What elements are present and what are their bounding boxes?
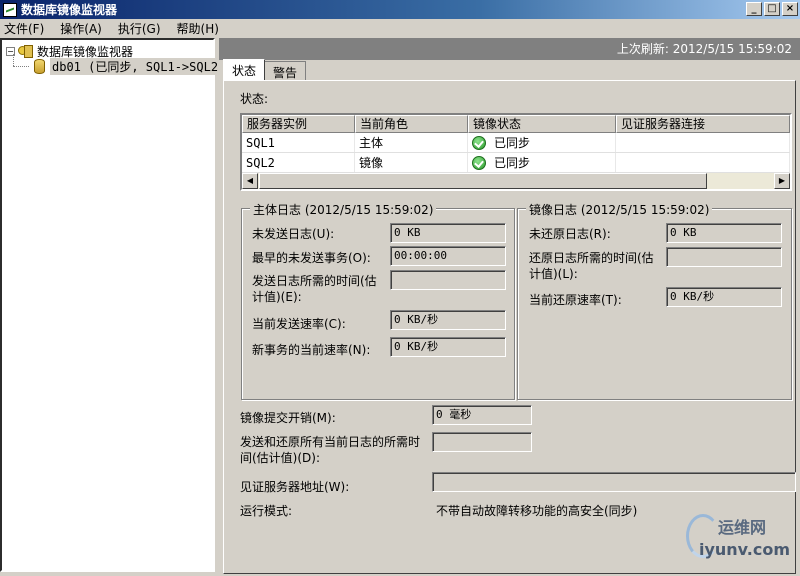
witness-address-field[interactable] (432, 472, 796, 492)
send-rate-field[interactable]: 0 KB/秒 (390, 310, 506, 330)
cell-role: 主体 (355, 133, 468, 152)
monitor-icon (18, 44, 34, 59)
unsent-log-field[interactable]: 0 KB (390, 223, 506, 243)
cell-instance: SQL1 (242, 133, 355, 152)
column-current-role[interactable]: 当前角色 (355, 115, 468, 133)
scroll-right-icon[interactable]: ▶ (774, 173, 790, 189)
cell-instance: SQL2 (242, 153, 355, 172)
new-tx-rate-field[interactable]: 0 KB/秒 (390, 337, 506, 357)
close-button[interactable]: × (782, 2, 798, 16)
cell-state: 已同步 (468, 133, 616, 152)
time-to-restore-label: 还原日志所需的时间(估计值)(L): (529, 251, 654, 281)
watermark-line2: iyunv.com (698, 540, 790, 559)
last-refresh-bar: 上次刷新: 2012/5/15 15:59:02 (219, 38, 800, 60)
watermark-line1: 运维网 (717, 518, 766, 537)
cell-role: 镜像 (355, 153, 468, 172)
menu-file[interactable]: 文件(F) (4, 20, 44, 37)
tree-item-db01[interactable]: db01 (已同步, SQL1->SQL2) (24, 58, 228, 75)
synchronized-check-icon (472, 135, 486, 150)
operating-mode-value: 不带自动故障转移功能的高安全(同步) (436, 504, 638, 518)
table-row[interactable]: SQL1 主体 已同步 (242, 133, 790, 153)
cell-state-text: 已同步 (494, 135, 531, 150)
time-to-send-restore-field[interactable] (432, 432, 532, 452)
column-server-instance[interactable]: 服务器实例 (242, 115, 355, 133)
restore-rate-label: 当前还原速率(T): (529, 293, 622, 307)
oldest-unsent-label: 最早的未发送事务(O): (252, 251, 371, 265)
time-to-send-restore-label: 发送和还原所有当前日志的所需时间(估计值)(D): (240, 435, 421, 465)
minimize-button[interactable]: _ (746, 2, 762, 16)
tree-connector (13, 54, 14, 66)
restore-rate-field[interactable]: 0 KB/秒 (666, 287, 782, 307)
unsent-log-label: 未发送日志(U): (252, 227, 335, 241)
scroll-thumb[interactable] (259, 173, 707, 189)
time-to-restore-field[interactable] (666, 247, 782, 267)
commit-overhead-field[interactable]: 0 毫秒 (432, 405, 532, 425)
table-row[interactable]: SQL2 镜像 已同步 (242, 153, 790, 173)
column-mirroring-state[interactable]: 镜像状态 (468, 115, 616, 133)
cell-state: 已同步 (468, 153, 616, 172)
tab-warnings[interactable]: 警告 (264, 61, 307, 80)
tab-strip: 状态 警告 (223, 59, 307, 81)
horizontal-scrollbar[interactable]: ◀ ▶ (242, 173, 790, 189)
synchronized-check-icon (472, 155, 486, 170)
title-bar: 数据库镜像监视器 _ □ × (0, 0, 800, 19)
menu-bar: 文件(F) 操作(A) 执行(G) 帮助(H) (0, 19, 800, 38)
time-to-send-label: 发送日志所需的时间(估计值)(E): (252, 274, 377, 304)
window-title: 数据库镜像监视器 (21, 3, 118, 17)
time-to-send-field[interactable] (390, 270, 506, 290)
operating-mode-label: 运行模式: (240, 504, 293, 518)
detail-pane: 上次刷新: 2012/5/15 15:59:02 状态 警告 状态: 服务器实例… (219, 38, 800, 576)
tab-status[interactable]: 状态 (223, 59, 266, 80)
menu-help[interactable]: 帮助(H) (177, 20, 219, 37)
mirror-log-title: 镜像日志 (2012/5/15 15:59:02) (526, 201, 713, 218)
witness-address-label: 见证服务器地址(W): (240, 480, 350, 494)
window-controls: _ □ × (746, 2, 798, 16)
cell-witness (616, 153, 790, 172)
send-rate-label: 当前发送速率(C): (252, 317, 346, 331)
oldest-unsent-field[interactable]: 00:00:00 (390, 246, 506, 266)
scroll-left-icon[interactable]: ◀ (242, 173, 258, 189)
column-witness-connection[interactable]: 见证服务器连接 (616, 115, 790, 133)
app-icon (3, 2, 17, 17)
cell-witness (616, 133, 790, 152)
unrestored-log-label: 未还原日志(R): (529, 227, 611, 241)
maximize-button[interactable]: □ (764, 2, 780, 16)
principal-log-title: 主体日志 (2012/5/15 15:59:02) (250, 201, 437, 218)
new-tx-rate-label: 新事务的当前速率(N): (252, 343, 371, 357)
status-label: 状态: (240, 92, 269, 106)
cell-state-text: 已同步 (494, 155, 531, 170)
database-icon (34, 59, 45, 74)
tree-item-label: db01 (已同步, SQL1->SQL2) (50, 58, 228, 75)
site-watermark: 运维网 iyunv.com (684, 510, 794, 572)
unrestored-log-field[interactable]: 0 KB (666, 223, 782, 243)
navigation-tree: − 数据库镜像监视器 db01 (已同步, SQL1->SQL2) (0, 38, 228, 572)
status-grid: 服务器实例 当前角色 镜像状态 见证服务器连接 SQL1 主体 已同步 SQL2… (240, 113, 792, 191)
menu-action[interactable]: 操作(A) (60, 20, 102, 37)
commit-overhead-label: 镜像提交开销(M): (240, 411, 336, 425)
menu-execute[interactable]: 执行(G) (118, 20, 161, 37)
grid-header: 服务器实例 当前角色 镜像状态 见证服务器连接 (242, 115, 790, 133)
